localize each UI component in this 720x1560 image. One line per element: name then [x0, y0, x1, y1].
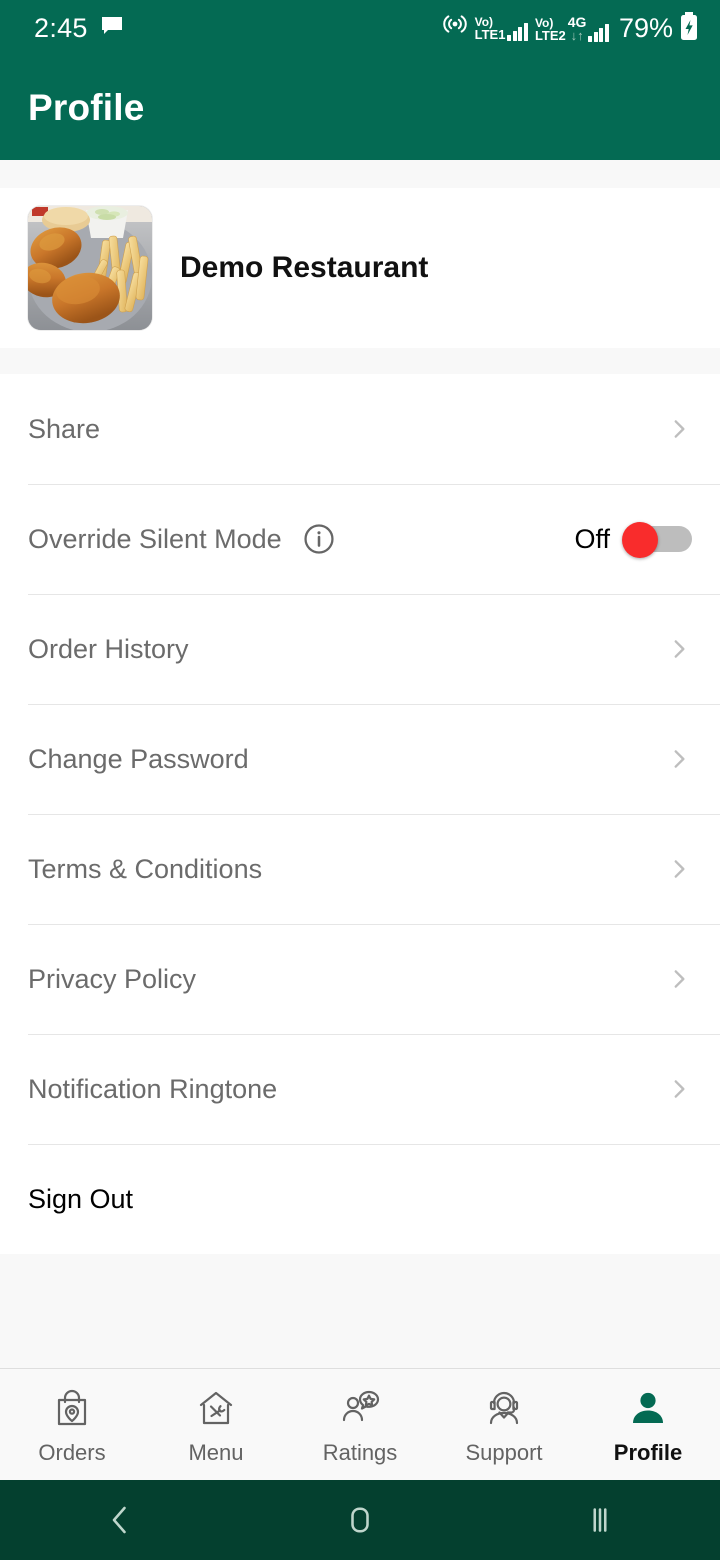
data-type-indicator: 4G ↓↑ — [568, 15, 587, 42]
bottom-navigation: Orders Menu Ratings Support Profile — [0, 1368, 720, 1480]
list-item-notification-ringtone[interactable]: Notification Ringtone — [0, 1034, 720, 1144]
override-silent-mode-control[interactable]: Off — [574, 522, 692, 558]
nav-item-label: Orders — [38, 1439, 106, 1465]
status-bar-clock: 2:45 — [34, 12, 88, 43]
person-star-bubble-icon — [336, 1384, 384, 1432]
toggle-switch[interactable] — [622, 522, 692, 558]
data-arrows-icon: ↓↑ — [570, 27, 584, 43]
nav-item-menu[interactable]: Menu — [144, 1384, 288, 1466]
home-icon[interactable] — [290, 1480, 430, 1560]
status-bar: 2:45 Vo) LTE1 Vo) LTE2 4G ↓↑ 79% — [0, 0, 720, 56]
section-separator-top — [0, 160, 720, 188]
restaurant-profile-card[interactable]: Demo Restaurant — [0, 188, 720, 348]
list-item-share[interactable]: Share — [0, 374, 720, 484]
sim1-label: Vo) LTE1 — [475, 16, 506, 41]
nav-item-ratings[interactable]: Ratings — [288, 1384, 432, 1466]
list-item-order-history[interactable]: Order History — [0, 594, 720, 704]
nav-item-label: Ratings — [322, 1439, 398, 1465]
nav-item-orders[interactable]: Orders — [0, 1384, 144, 1466]
app-root: 2:45 Vo) LTE1 Vo) LTE2 4G ↓↑ 79% Profile… — [0, 0, 720, 1560]
message-icon — [100, 14, 124, 43]
list-item-change-password[interactable]: Change Password — [0, 704, 720, 814]
toggle-thumb — [622, 522, 658, 558]
headset-person-icon — [480, 1384, 528, 1432]
restaurant-photo — [28, 206, 152, 330]
info-icon[interactable] — [302, 522, 336, 556]
list-item-label: Share — [28, 413, 101, 444]
data-type-label: 4G — [567, 13, 587, 30]
nav-item-label: Menu — [188, 1439, 244, 1465]
sim2-volte: Vo) — [534, 15, 554, 30]
list-item-label: Notification Ringtone — [28, 1073, 278, 1104]
chevron-right-icon — [666, 966, 692, 992]
system-navigation-bar — [0, 1480, 720, 1560]
status-bar-right: Vo) LTE1 Vo) LTE2 4G ↓↑ 79% — [442, 11, 698, 45]
sign-out-label: Sign Out — [28, 1183, 134, 1214]
battery-charging-icon — [680, 11, 698, 45]
list-item-sign-out[interactable]: Sign Out — [0, 1144, 720, 1254]
restaurant-name: Demo Restaurant — [180, 251, 429, 284]
list-item-privacy-policy[interactable]: Privacy Policy — [0, 924, 720, 1034]
hotspot-icon — [442, 13, 468, 44]
nav-item-label: Support — [465, 1439, 543, 1465]
nav-item-support[interactable]: Support — [432, 1384, 576, 1466]
list-item-label: Privacy Policy — [28, 963, 197, 994]
sim1-volte: Vo) — [474, 14, 494, 29]
shopping-bag-pin-icon — [48, 1384, 96, 1432]
sim1-signal: Vo) LTE1 — [475, 16, 528, 41]
back-icon[interactable] — [50, 1480, 190, 1560]
recents-icon[interactable] — [530, 1480, 670, 1560]
chevron-right-icon — [666, 746, 692, 772]
list-item-override-silent-mode[interactable]: Override Silent Mode Off — [0, 484, 720, 594]
house-cutlery-icon — [192, 1384, 240, 1432]
chevron-right-icon — [666, 416, 692, 442]
list-item-terms-and-conditions[interactable]: Terms & Conditions — [0, 814, 720, 924]
toggle-state-label: Off — [574, 523, 610, 554]
sim1-network: LTE1 — [474, 26, 506, 42]
content-area: Demo Restaurant Share Override Silent Mo… — [0, 160, 720, 1368]
nav-item-label: Profile — [613, 1439, 683, 1465]
chevron-right-icon — [666, 1076, 692, 1102]
section-separator-middle — [0, 348, 720, 374]
sim2-label: Vo) LTE2 — [535, 17, 566, 42]
chevron-right-icon — [666, 856, 692, 882]
list-item-label: Order History — [28, 633, 189, 664]
battery-percent: 79% — [618, 12, 673, 43]
app-bar: Profile — [0, 56, 720, 160]
page-title: Profile — [28, 87, 145, 128]
list-item-label: Change Password — [28, 743, 249, 774]
sim2-bars-icon — [588, 23, 609, 42]
sim2-network: LTE2 — [534, 27, 566, 43]
settings-list: Share Override Silent Mode Off Order His… — [0, 374, 720, 1254]
sim2-signal: Vo) LTE2 4G ↓↑ — [535, 15, 609, 42]
chevron-right-icon — [666, 636, 692, 662]
list-item-label: Terms & Conditions — [28, 853, 263, 884]
status-bar-left: 2:45 — [34, 13, 124, 44]
section-separator-bottom — [0, 1254, 720, 1368]
person-filled-icon — [624, 1384, 672, 1432]
nav-item-profile[interactable]: Profile — [576, 1384, 720, 1466]
list-item-label: Override Silent Mode — [28, 523, 282, 554]
sim1-bars-icon — [507, 22, 528, 41]
